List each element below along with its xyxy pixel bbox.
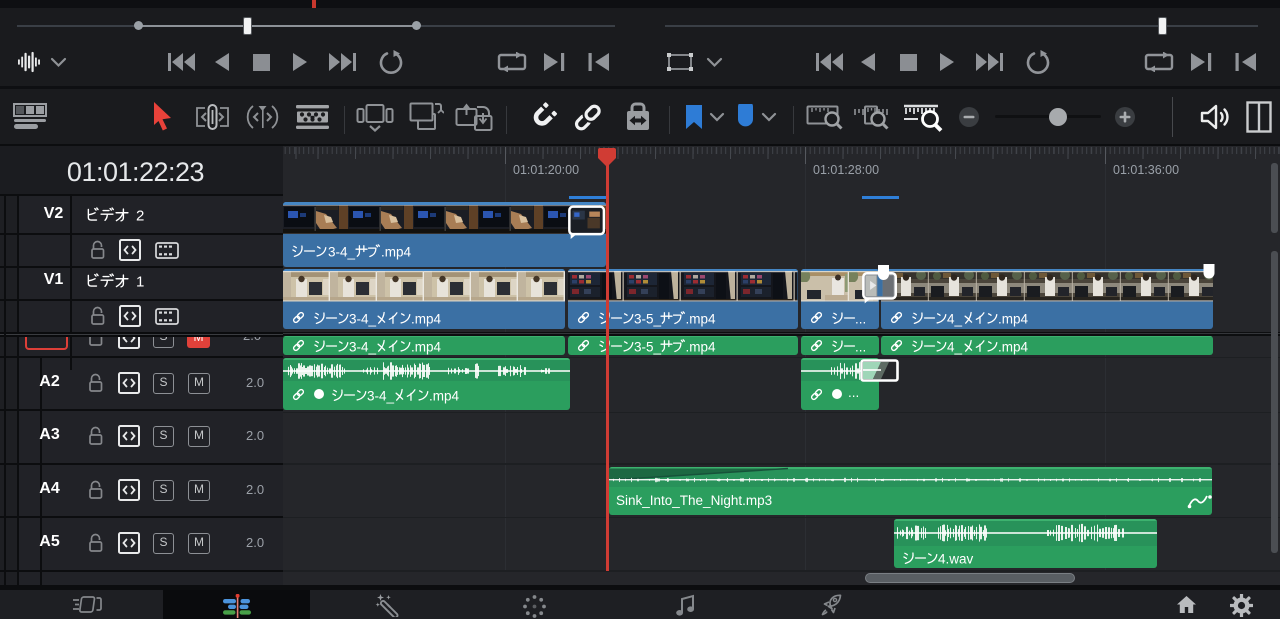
svg-text:1: 1 [136,274,144,290]
svg-text:3-4_: 3-4_ [367,388,395,403]
svg-text:.mp4: .mp4 [429,388,460,403]
svg-text:3-4_: 3-4_ [328,245,356,260]
svg-text:3-4_: 3-4_ [349,311,377,326]
svg-text:...: ... [855,339,866,354]
svg-text:.mp4: .mp4 [998,311,1029,326]
svg-text:3-5_: 3-5_ [634,311,662,326]
svg-text:3-4_: 3-4_ [349,339,377,354]
svg-text:.mp4: .mp4 [686,339,717,354]
svg-text:2: 2 [136,208,144,224]
svg-text:4_: 4_ [947,339,963,354]
svg-text:.mp4: .mp4 [686,311,717,326]
svg-text:.mp4: .mp4 [411,339,442,354]
svg-text:...: ... [855,311,866,326]
svg-text:.mp4: .mp4 [998,339,1029,354]
svg-text:3-5_: 3-5_ [634,339,662,354]
svg-text:.mp4: .mp4 [381,245,412,260]
svg-text:.mp4: .mp4 [411,311,442,326]
svg-text:4_: 4_ [947,311,963,326]
svg-text:4.wav: 4.wav [938,552,974,567]
